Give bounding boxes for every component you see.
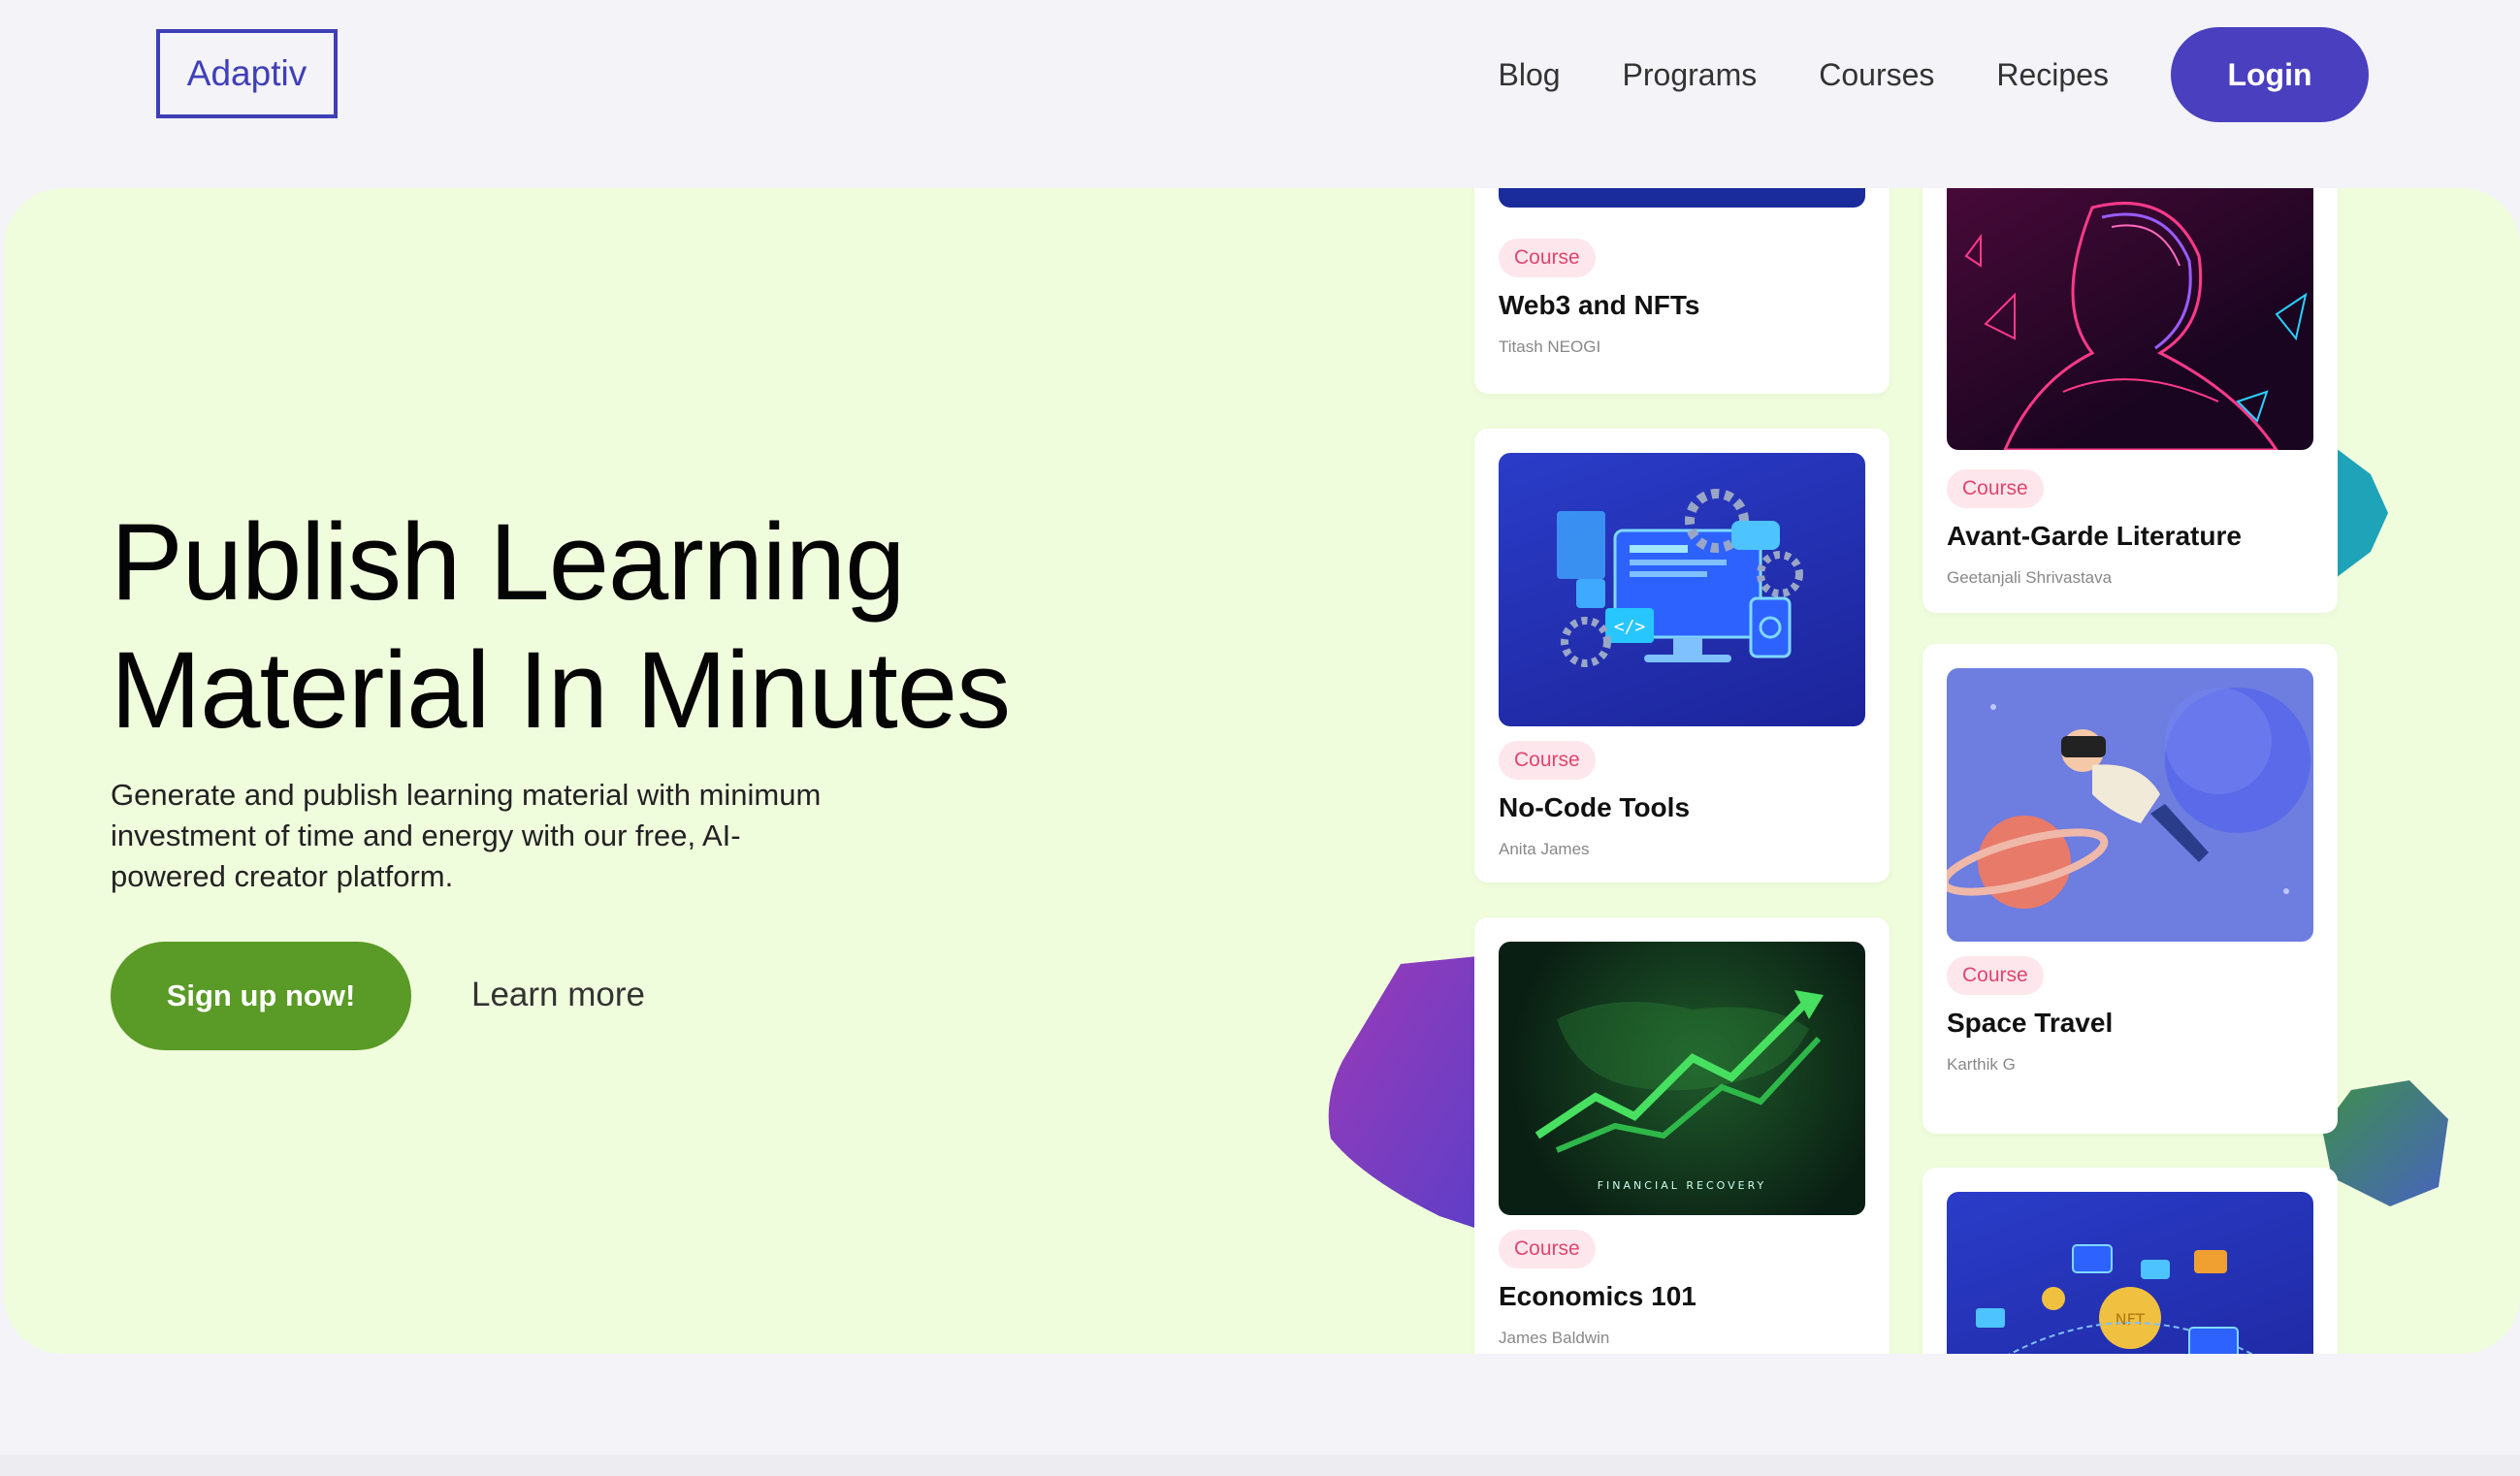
course-tag: Course [1947, 469, 2044, 508]
hero-headline-line1: Publish Learning [111, 501, 905, 623]
course-card-nft[interactable]: NFT [1922, 1168, 2338, 1354]
course-author: James Baldwin [1499, 1329, 1610, 1347]
signup-button[interactable]: Sign up now! [111, 942, 411, 1050]
course-author: Titash NEOGI [1499, 337, 1601, 356]
hero-headline-line2: Material In Minutes [111, 629, 1011, 751]
course-thumbnail: </> [1499, 453, 1865, 726]
course-card-no-code[interactable]: </> Course No-Code Tools Anita James [1474, 429, 1890, 882]
svg-text:</>: </> [1614, 617, 1646, 637]
green-blob-decoration [2322, 1080, 2448, 1206]
hero-headline: Publish Learning Material In Minutes [111, 498, 1178, 754]
course-thumbnail [1947, 668, 2313, 942]
course-card-web3[interactable]: Course Web3 and NFTs Titash NEOGI [1474, 188, 1890, 394]
course-title: Web3 and NFTs [1499, 290, 1700, 320]
purple-blob-decoration [1328, 954, 1498, 1235]
course-thumbnail: NFT [1947, 1192, 2313, 1354]
nav-recipes[interactable]: Recipes [1996, 57, 2109, 93]
course-author: Karthik G [1947, 1055, 2016, 1074]
nav-programs[interactable]: Programs [1623, 57, 1758, 93]
thumbnail-caption: FINANCIAL RECOVERY [1598, 1179, 1767, 1192]
course-title: No-Code Tools [1499, 792, 1691, 822]
course-card-economics[interactable]: FINANCIAL RECOVERY Course Economics 101 … [1474, 917, 1890, 1354]
page-bottom-strip [0, 1455, 2520, 1476]
nft-coin-label: NFT [2116, 1310, 2146, 1329]
course-thumbnail [1947, 188, 2313, 450]
teal-blob-decoration [2332, 445, 2388, 581]
nav-blog[interactable]: Blog [1498, 57, 1560, 93]
course-card-avant-garde[interactable]: Course Avant-Garde Literature Geetanjali… [1922, 188, 2338, 613]
hero-subtext: Generate and publish learning material w… [111, 778, 822, 893]
course-title: Avant-Garde Literature [1947, 521, 2242, 551]
hero-section: Publish Learning Material In Minutes Gen… [4, 188, 2520, 1354]
main-nav: Blog Programs Courses Recipes Login [1498, 27, 2369, 122]
course-tag: Course [1499, 741, 1596, 780]
course-author: Anita James [1499, 840, 1590, 858]
course-tag: Course [1499, 239, 1596, 277]
logo-text: Adaptiv [186, 53, 307, 93]
course-thumbnail: FINANCIAL RECOVERY [1499, 942, 1865, 1215]
learn-more-link[interactable]: Learn more [471, 976, 645, 1014]
course-title: Space Travel [1947, 1008, 2114, 1038]
course-author: Geetanjali Shrivastava [1947, 568, 2113, 587]
nav-courses[interactable]: Courses [1819, 57, 1934, 93]
course-tag: Course [1947, 956, 2044, 995]
course-card-space-travel[interactable]: Course Space Travel Karthik G [1922, 644, 2338, 1134]
course-thumbnail [1499, 188, 1865, 208]
course-title: Economics 101 [1499, 1281, 1696, 1311]
logo[interactable]: Adaptiv [156, 29, 338, 118]
course-tag: Course [1499, 1230, 1596, 1268]
login-button[interactable]: Login [2171, 27, 2369, 122]
